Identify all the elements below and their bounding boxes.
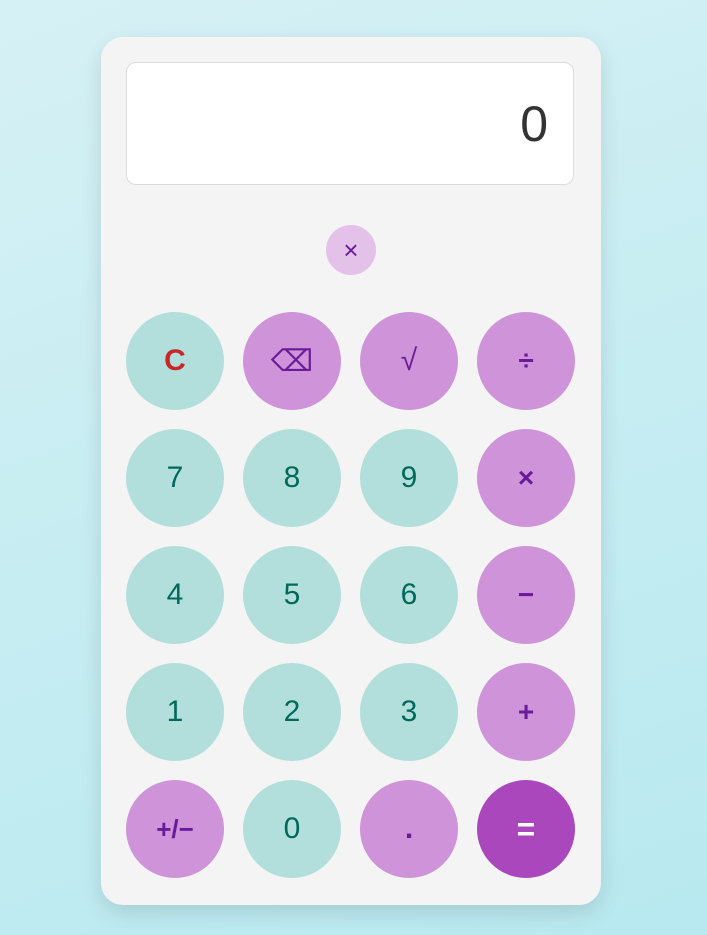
close-history-button[interactable]: × — [326, 225, 376, 275]
display-value: 0 — [520, 95, 548, 152]
digit-9-button[interactable]: 9 — [360, 429, 458, 527]
sqrt-button[interactable]: √ — [360, 312, 458, 410]
decimal-button[interactable]: . — [360, 780, 458, 878]
digit-5-button[interactable]: 5 — [243, 546, 341, 644]
digit-0-button[interactable]: 0 — [243, 780, 341, 878]
digit-1-button[interactable]: 1 — [126, 663, 224, 761]
subtract-button[interactable]: − — [477, 546, 575, 644]
digit-3-button[interactable]: 3 — [360, 663, 458, 761]
digit-7-button[interactable]: 7 — [126, 429, 224, 527]
digit-2-button[interactable]: 2 — [243, 663, 341, 761]
digit-4-button[interactable]: 4 — [126, 546, 224, 644]
digit-6-button[interactable]: 6 — [360, 546, 458, 644]
digit-8-button[interactable]: 8 — [243, 429, 341, 527]
add-button[interactable]: + — [477, 663, 575, 761]
negate-button[interactable]: +/− — [126, 780, 224, 878]
divide-button[interactable]: ÷ — [477, 312, 575, 410]
backspace-button[interactable]: ⌫ — [243, 312, 341, 410]
close-icon: × — [343, 234, 359, 265]
calculator-panel: 0 × C ⌫ √ ÷ 7 8 9 × 4 5 6 − 1 2 3 + +/− … — [101, 37, 601, 905]
keypad: C ⌫ √ ÷ 7 8 9 × 4 5 6 − 1 2 3 + +/− 0 . … — [126, 312, 576, 878]
display: 0 — [126, 62, 574, 185]
clear-button[interactable]: C — [126, 312, 224, 410]
multiply-button[interactable]: × — [477, 429, 575, 527]
equals-button[interactable]: = — [477, 780, 575, 878]
